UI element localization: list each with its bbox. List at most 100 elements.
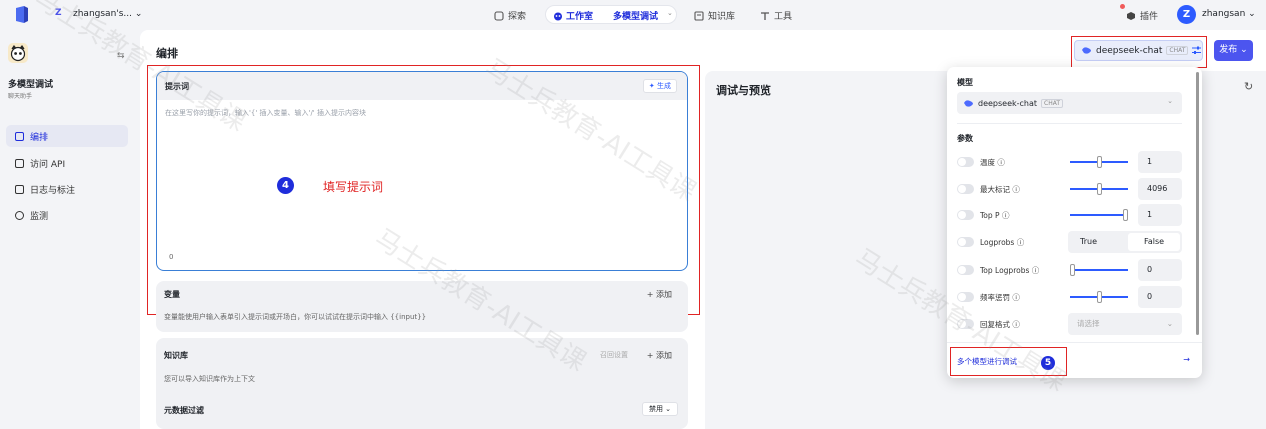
- knowledge-add-button[interactable]: + 添加: [647, 350, 672, 361]
- prompt-editor[interactable]: 提示词 ✦ 生成 在这里写你的提示词，输入'{' 插入变量、输入'/' 插入提示…: [156, 71, 688, 271]
- nav-studio[interactable]: 工作室 多模型调试 ⌄: [545, 5, 677, 24]
- param-name: Logprobs ⓘ: [980, 238, 1025, 247]
- nav-studio-group[interactable]: 工作室: [553, 9, 593, 22]
- chevron-down-icon: ⌄: [1167, 97, 1173, 105]
- collapse-sidebar-icon[interactable]: ⇆: [117, 51, 125, 61]
- sidebar-item-label: 访问 API: [30, 159, 66, 170]
- compass-icon: [494, 10, 504, 21]
- workspace-avatar: Z: [55, 8, 62, 18]
- param-max-tokens: 最大标记 ⓘ 4096: [957, 178, 1182, 200]
- plugin-icon: [1127, 11, 1135, 20]
- preview-title: 调试与预览: [716, 84, 771, 97]
- model-config-popover: 模型 deepseek-chat CHAT ⌄ 参数 温度 ⓘ 1 最大标记 ⓘ…: [947, 67, 1202, 378]
- variables-add-button[interactable]: + 添加: [647, 289, 672, 300]
- param-toggle[interactable]: [957, 319, 974, 329]
- notification-dot: [1120, 4, 1125, 9]
- param-name: 频率惩罚 ⓘ: [980, 293, 1020, 302]
- true-option[interactable]: True: [1080, 237, 1097, 246]
- slider-knob[interactable]: [1123, 209, 1128, 221]
- sidebar-item-label: 编排: [30, 132, 49, 143]
- param-response-format: 回复格式 ⓘ 请选择 ⌄: [957, 313, 1182, 335]
- param-toggle[interactable]: [957, 237, 974, 247]
- plugins-label: 插件: [1140, 12, 1159, 22]
- param-top-logprobs: Top Logprobs ⓘ 0: [957, 259, 1182, 281]
- param-name: Top Logprobs ⓘ: [980, 266, 1040, 275]
- param-value-input[interactable]: 1: [1138, 151, 1182, 173]
- param-slider[interactable]: [1070, 183, 1128, 195]
- param-toggle[interactable]: [957, 210, 974, 220]
- param-slider[interactable]: [1070, 264, 1128, 276]
- param-value-input[interactable]: 0: [1138, 286, 1182, 308]
- sidebar-item-api[interactable]: 访问 API: [6, 152, 128, 174]
- variables-description: 变量能使用户输入表单引入提示词或开场白，你可以试试在提示词中输入 {{input…: [164, 313, 427, 321]
- param-value-input[interactable]: 1: [1138, 204, 1182, 226]
- model-select-tag: CHAT: [1041, 98, 1064, 108]
- app-logo-icon[interactable]: [14, 6, 29, 23]
- page-title: 编排: [156, 47, 178, 60]
- popover-scrollbar[interactable]: [1196, 72, 1199, 335]
- divider: [957, 123, 1182, 124]
- metadata-filter-select[interactable]: 禁用 ⌄: [642, 402, 678, 416]
- slider-knob[interactable]: [1097, 183, 1102, 195]
- recall-settings-button[interactable]: 召回设置: [600, 350, 628, 360]
- param-slider[interactable]: [1070, 209, 1128, 221]
- sidebar-item-label: 监测: [30, 211, 49, 222]
- generate-button[interactable]: ✦ 生成: [642, 79, 677, 93]
- nav-tools-label: 工具: [774, 12, 793, 22]
- slider-knob[interactable]: [1097, 291, 1102, 303]
- param-slider[interactable]: [1070, 291, 1128, 303]
- prompt-char-count: 0: [169, 253, 174, 261]
- publish-button[interactable]: 发布 ⌄: [1214, 40, 1253, 61]
- breadcrumb-multi-debug[interactable]: 多模型调试: [613, 9, 658, 22]
- annotation-box-model: [1071, 36, 1207, 68]
- nav-tools[interactable]: 工具: [760, 9, 792, 22]
- param-toggle[interactable]: [957, 157, 974, 167]
- variables-section: 变量 + 添加 变量能使用户输入表单引入提示词或开场白，你可以试试在提示词中输入…: [156, 281, 688, 332]
- knowledge-title: 知识库: [164, 351, 188, 360]
- layout-icon: [15, 131, 24, 141]
- sidebar-item-orchestrate[interactable]: 编排: [6, 125, 128, 147]
- param-slider[interactable]: [1070, 156, 1128, 168]
- sidebar-item-label: 日志与标注: [30, 185, 76, 196]
- prompt-header: 提示词 ✦ 生成: [157, 72, 687, 100]
- user-avatar[interactable]: Z: [1177, 5, 1196, 24]
- prompt-placeholder[interactable]: 在这里写你的提示词，输入'{' 插入变量、输入'/' 插入提示内容块: [165, 108, 366, 118]
- knowledge-section: 知识库 召回设置 + 添加 您可以导入知识库作为上下文 元数据过滤 禁用 ⌄: [156, 338, 688, 429]
- workspace-switcher[interactable]: zhangsan's... ⌄: [73, 9, 142, 19]
- arrow-right-icon[interactable]: →: [1183, 355, 1190, 364]
- slider-knob[interactable]: [1097, 156, 1102, 168]
- param-frequency-penalty: 频率惩罚 ⓘ 0: [957, 286, 1182, 308]
- bot-avatar: [8, 43, 28, 63]
- divider: [947, 342, 1202, 343]
- slider-knob[interactable]: [1070, 264, 1075, 276]
- model-select[interactable]: deepseek-chat CHAT ⌄: [957, 92, 1182, 114]
- param-top-p: Top P ⓘ 1: [957, 204, 1182, 226]
- annotation-label-prompt: 填写提示词: [323, 180, 384, 194]
- false-option[interactable]: False: [1128, 233, 1180, 251]
- chevron-down-icon[interactable]: ⌄: [667, 9, 673, 17]
- book-icon: [694, 10, 704, 21]
- monitor-icon: [15, 210, 24, 220]
- plugins-button[interactable]: 插件: [1126, 9, 1158, 22]
- user-menu[interactable]: zhangsan ⌄: [1202, 9, 1256, 19]
- prompt-title: 提示词: [165, 82, 189, 91]
- param-temperature: 温度 ⓘ 1: [957, 151, 1182, 173]
- param-toggle[interactable]: [957, 265, 974, 275]
- bot-name: 多模型调试: [8, 80, 54, 90]
- nav-explore-label: 探索: [508, 12, 527, 22]
- bot-type: 聊天助手: [8, 93, 33, 100]
- param-name: 回复格式 ⓘ: [980, 320, 1020, 329]
- knowledge-description: 您可以导入知识库作为上下文: [164, 375, 255, 383]
- model-select-value: deepseek-chat: [978, 98, 1038, 108]
- nav-explore[interactable]: 探索: [494, 9, 526, 22]
- sidebar-item-logs[interactable]: 日志与标注: [6, 178, 128, 200]
- param-toggle[interactable]: [957, 292, 974, 302]
- response-format-select[interactable]: 请选择 ⌄: [1068, 313, 1182, 335]
- param-value-input[interactable]: 0: [1138, 259, 1182, 281]
- sidebar-item-monitor[interactable]: 监测: [6, 204, 128, 226]
- step-badge-5: 5: [1041, 356, 1055, 370]
- param-toggle[interactable]: [957, 184, 974, 194]
- nav-knowledge[interactable]: 知识库: [694, 9, 735, 22]
- refresh-icon[interactable]: ↻: [1244, 80, 1253, 93]
- param-value-input[interactable]: 4096: [1138, 178, 1182, 200]
